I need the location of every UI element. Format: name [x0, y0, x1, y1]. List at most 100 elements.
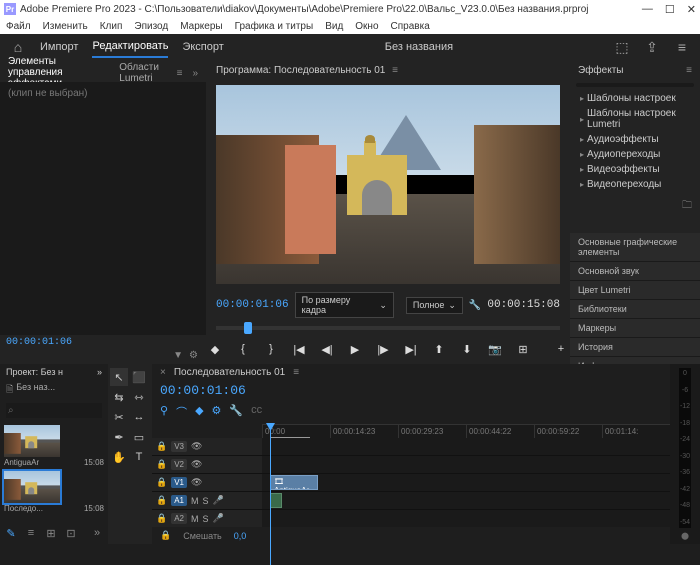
folder-audio-effects[interactable]: Аудиоэффекты	[576, 132, 694, 147]
share-icon[interactable]: ⇪	[644, 39, 660, 55]
track-v3[interactable]: V3	[171, 441, 187, 452]
menu-markers[interactable]: Маркеры	[180, 21, 222, 32]
rolling-edit-tool[interactable]: ⇿	[130, 388, 148, 406]
slip-tool[interactable]: ↔	[130, 408, 148, 426]
menu-sequence[interactable]: Эпизод	[134, 21, 168, 32]
panel-history[interactable]: История	[570, 338, 700, 357]
export-frame-button[interactable]: 📷	[486, 340, 504, 358]
panel-chevron-icon[interactable]: »	[192, 68, 198, 79]
project-chevron2-icon[interactable]: »	[90, 526, 104, 540]
track-select-tool[interactable]: ⬛	[130, 368, 148, 386]
lift-button[interactable]: ⬆	[430, 340, 448, 358]
audio-clip[interactable]	[270, 493, 282, 508]
project-item[interactable]: Последо...15:08	[4, 471, 104, 513]
program-timecode-in[interactable]: 00:00:01:06	[216, 299, 289, 311]
maximize-button[interactable]: ☐	[665, 3, 675, 16]
playhead[interactable]	[270, 425, 271, 565]
lock-icon[interactable]: 🔒	[156, 513, 167, 524]
folder-lumetri-presets[interactable]: Шаблоны настроек Lumetri	[576, 106, 694, 132]
panel-graphics[interactable]: Основные графические элементы	[570, 233, 700, 262]
sequence-name[interactable]: Последовательность 01	[174, 367, 285, 378]
solo-icon[interactable]: ⬤	[681, 532, 689, 540]
menu-view[interactable]: Вид	[325, 21, 343, 32]
selection-tool[interactable]: ↖	[110, 368, 128, 386]
goto-out-button[interactable]: ▶|	[402, 340, 420, 358]
menu-clip[interactable]: Клип	[100, 21, 123, 32]
video-clip[interactable]: 🎞 AntiguaAr	[270, 475, 318, 490]
hand-tool[interactable]: ✋	[110, 448, 128, 466]
menu-window[interactable]: Окно	[355, 21, 378, 32]
panel-markers[interactable]: Маркеры	[570, 319, 700, 338]
close-button[interactable]: ✕	[687, 3, 696, 16]
goto-in-button[interactable]: |◀	[290, 340, 308, 358]
project-search[interactable]: ⌕	[6, 403, 102, 418]
folder-video-transitions[interactable]: Видеопереходы	[576, 177, 694, 192]
settings-icon[interactable]: ⚙	[212, 404, 222, 420]
home-icon[interactable]: ⌂	[10, 39, 26, 55]
track-v2[interactable]: V2	[171, 459, 187, 470]
lock-icon[interactable]: 🔒	[160, 530, 171, 541]
effect-controls-timecode[interactable]: 00:00:01:06	[0, 335, 206, 350]
lock-icon[interactable]: 🔒	[156, 441, 167, 452]
menu-help[interactable]: Справка	[391, 21, 430, 32]
button-editor-icon[interactable]: +	[552, 340, 570, 358]
lock-icon[interactable]: 🔒	[156, 459, 167, 470]
freeform-view-icon[interactable]: ⊡	[64, 526, 78, 540]
icon-view-icon[interactable]: ⊞	[44, 526, 58, 540]
folder-video-effects[interactable]: Видеоэффекты	[576, 162, 694, 177]
lock-icon[interactable]: 🔒	[156, 495, 167, 506]
compare-button[interactable]: ⊞	[514, 340, 532, 358]
panel-essential-sound[interactable]: Основной звук	[570, 262, 700, 281]
folder-presets[interactable]: Шаблоны настроек	[576, 91, 694, 106]
marker-icon[interactable]: ◆	[195, 404, 203, 420]
workspace-icon[interactable]: ≡	[674, 39, 690, 55]
quick-export-icon[interactable]: ⬚	[614, 39, 630, 55]
cc-icon[interactable]: cc	[251, 404, 262, 420]
filter-icon[interactable]: ▼	[173, 350, 183, 364]
settings-icon[interactable]: ⚙	[189, 350, 198, 364]
eye-icon[interactable]: 👁	[191, 477, 202, 488]
menu-graphics[interactable]: Графика и титры	[235, 21, 314, 32]
program-monitor[interactable]	[216, 85, 560, 284]
panel-lumetri-color[interactable]: Цвет Lumetri	[570, 281, 700, 300]
track-v1[interactable]: V1	[171, 477, 187, 488]
menu-file[interactable]: Файл	[6, 21, 31, 32]
pen-icon[interactable]: ✎	[4, 526, 18, 540]
project-item[interactable]: AntiguaAr15:08	[4, 425, 104, 467]
track-a2[interactable]: A2	[171, 513, 187, 524]
play-button[interactable]: ▶	[346, 340, 364, 358]
timeline-menu-icon[interactable]: ≡	[293, 367, 299, 378]
pen-tool[interactable]: ✒	[110, 428, 128, 446]
track-a1[interactable]: A1	[171, 495, 187, 506]
ripple-edit-tool[interactable]: ⇆	[110, 388, 128, 406]
linked-selection-icon[interactable]: ⌒	[176, 404, 187, 420]
program-menu-icon[interactable]: ≡	[392, 65, 398, 76]
mark-out-button[interactable]: }	[262, 340, 280, 358]
timeline-ruler[interactable]: 00:0000:00:14:2300:00:29:2300:00:44:2200…	[262, 424, 670, 438]
step-forward-button[interactable]: |▶	[374, 340, 392, 358]
step-back-button[interactable]: ◀|	[318, 340, 336, 358]
wrench-icon[interactable]: 🔧	[469, 300, 481, 311]
wrench-icon[interactable]: 🔧	[229, 404, 243, 420]
program-scrubber[interactable]	[216, 326, 560, 330]
tab-export[interactable]: Экспорт	[182, 37, 223, 57]
rectangle-tool[interactable]: ▭	[130, 428, 148, 446]
new-bin-icon[interactable]: 🗀	[570, 194, 700, 219]
eye-icon[interactable]: 👁	[191, 441, 202, 452]
razor-tool[interactable]: ✂	[110, 408, 128, 426]
type-tool[interactable]: T	[130, 448, 148, 466]
menu-edit[interactable]: Изменить	[43, 21, 88, 32]
mic-icon[interactable]: 🎤	[213, 495, 224, 506]
extract-button[interactable]: ⬇	[458, 340, 476, 358]
fit-dropdown[interactable]: По размеру кадра⌄	[295, 292, 394, 318]
lock-icon[interactable]: 🔒	[156, 477, 167, 488]
eye-icon[interactable]: 👁	[191, 459, 202, 470]
project-chevron-icon[interactable]: »	[97, 367, 102, 377]
folder-audio-transitions[interactable]: Аудиопереходы	[576, 147, 694, 162]
mark-in-button[interactable]: {	[234, 340, 252, 358]
add-marker-button[interactable]: ◆	[206, 340, 224, 358]
timeline-timecode[interactable]: 00:00:01:06	[152, 381, 670, 400]
panel-menu-icon[interactable]: ≡	[177, 68, 183, 79]
effects-menu-icon[interactable]: ≡	[686, 65, 692, 76]
mix-value[interactable]: 0,0	[234, 531, 247, 541]
